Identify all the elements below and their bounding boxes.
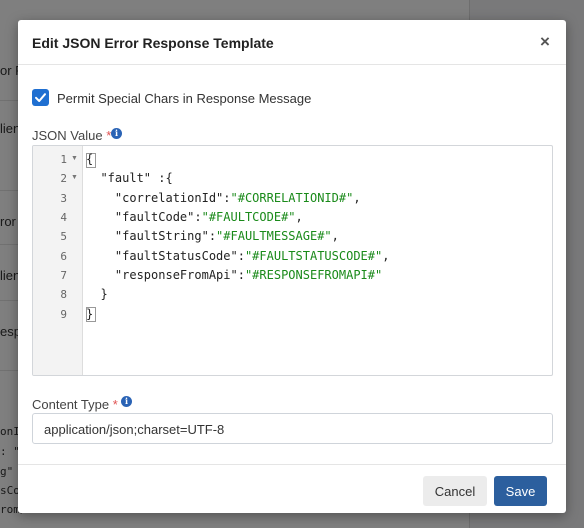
code-text: "faultStatusCode": <box>86 249 245 263</box>
code-text: , <box>331 229 339 243</box>
modal-title: Edit JSON Error Response Template <box>32 35 274 51</box>
line-number: 9 <box>60 308 67 321</box>
code-text: } <box>86 307 94 321</box>
code-string: "#FAULTCODE#" <box>201 210 296 224</box>
line-number: 8 <box>60 288 67 301</box>
code-string: "#FAULTSTATUSCODE#" <box>244 249 383 263</box>
code-line: } <box>86 307 93 321</box>
info-icon[interactable]: i <box>121 396 132 407</box>
code-text: } <box>86 287 108 301</box>
code-line: } <box>86 287 108 301</box>
json-value-label-text: JSON Value <box>32 128 103 143</box>
line-number: 6 <box>60 250 67 263</box>
modal-footer-divider <box>18 464 566 465</box>
code-text: "faultString": <box>86 229 217 243</box>
content-type-label-text: Content Type <box>32 397 110 412</box>
code-line: "faultStatusCode":"#FAULTSTATUSCODE#", <box>86 249 390 263</box>
editor-gutter: 1 ▼ 2 ▼ 3 4 5 6 7 8 9 <box>33 146 83 375</box>
code-text: , <box>382 249 390 263</box>
code-text: , <box>295 210 303 224</box>
line-number: 3 <box>60 192 67 205</box>
code-text: , <box>353 191 361 205</box>
required-mark: * <box>112 397 118 412</box>
content-type-input[interactable]: application/json;charset=UTF-8 <box>32 413 553 444</box>
code-string: "#RESPONSEFROMAPI#" <box>244 268 383 282</box>
modal-header: Edit JSON Error Response Template × <box>18 20 566 65</box>
fold-arrow-icon[interactable]: ▼ <box>71 155 78 162</box>
close-icon[interactable]: × <box>538 32 552 52</box>
content-type-label: Content Type * <box>32 397 118 412</box>
code-text: { <box>86 152 94 166</box>
code-line: "responseFromApi":"#RESPONSEFROMAPI#" <box>86 268 382 282</box>
line-number: 7 <box>60 269 67 282</box>
cancel-button[interactable]: Cancel <box>423 476 487 506</box>
line-number: 4 <box>60 211 67 224</box>
fold-arrow-icon[interactable]: ▼ <box>71 174 78 181</box>
code-line: "faultCode":"#FAULTCODE#", <box>86 210 303 224</box>
permit-special-chars-label[interactable]: Permit Special Chars in Response Message <box>57 91 311 106</box>
code-text: "correlationId": <box>86 191 231 205</box>
line-number: 1 <box>60 153 67 166</box>
line-number: 2 <box>60 172 67 185</box>
info-icon[interactable]: i <box>111 128 122 139</box>
checkmark-icon <box>35 93 46 102</box>
code-text: "responseFromApi": <box>86 268 245 282</box>
permit-special-chars-checkbox[interactable] <box>32 89 49 106</box>
code-text: "fault" :{ <box>86 171 173 185</box>
code-string: "#CORRELATIONID#" <box>230 191 354 205</box>
code-line: "correlationId":"#CORRELATIONID#", <box>86 191 361 205</box>
save-button[interactable]: Save <box>494 476 547 506</box>
edit-json-error-template-dialog: Edit JSON Error Response Template × Perm… <box>18 20 566 513</box>
code-line: { <box>86 152 93 166</box>
code-text: "faultCode": <box>86 210 202 224</box>
json-value-label: JSON Value * <box>32 128 111 143</box>
code-string: "#FAULTMESSAGE#" <box>216 229 332 243</box>
json-code-editor[interactable]: 1 ▼ 2 ▼ 3 4 5 6 7 8 9 { "fault" :{ "corr… <box>32 145 553 376</box>
code-line: "faultString":"#FAULTMESSAGE#", <box>86 229 339 243</box>
line-number: 5 <box>60 230 67 243</box>
code-line: "fault" :{ <box>86 171 173 185</box>
